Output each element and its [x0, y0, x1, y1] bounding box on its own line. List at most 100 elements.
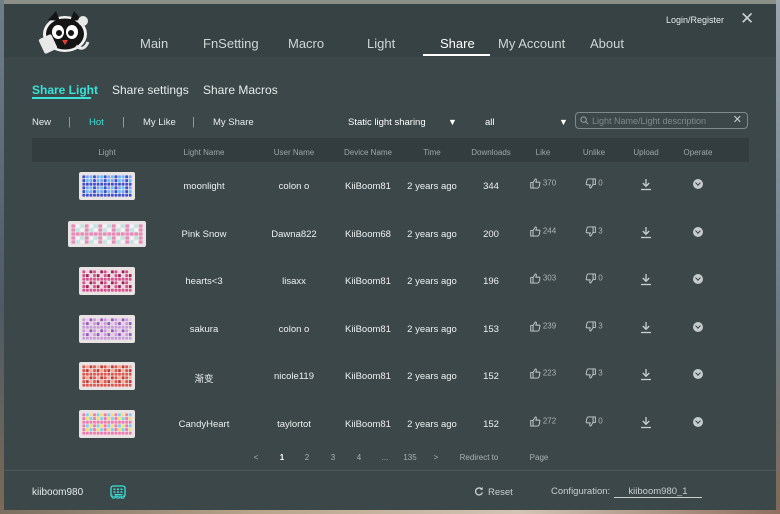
nav-active-underline — [423, 54, 490, 56]
light-preview[interactable] — [79, 409, 135, 443]
like-button[interactable]: 223 — [530, 368, 556, 379]
next-page-button[interactable]: > — [434, 453, 439, 462]
operate-expand-icon[interactable] — [693, 321, 703, 332]
download-button[interactable] — [640, 273, 652, 291]
like-button[interactable]: 239 — [530, 320, 557, 332]
configuration-select[interactable]: kiiboom980_1 — [614, 486, 702, 498]
thumbs-up-icon — [530, 225, 541, 237]
chevron-down-icon[interactable]: ▼ — [559, 117, 568, 127]
device-name: KiiBoom81 — [345, 371, 391, 382]
unlike-button[interactable]: 3 — [585, 320, 603, 332]
light-preview-keyboard-icon[interactable] — [68, 220, 146, 247]
nav-my-account[interactable]: My Account — [498, 36, 565, 51]
operate-expand-icon[interactable] — [693, 274, 703, 284]
download-button[interactable] — [640, 178, 652, 196]
subtab-share-macros[interactable]: Share Macros — [203, 83, 278, 97]
nav-fnsetting[interactable]: FnSetting — [203, 36, 259, 51]
like-button[interactable]: 303 — [530, 273, 556, 284]
nav-share[interactable]: Share — [440, 36, 475, 51]
operate-expand-icon[interactable] — [693, 416, 703, 427]
like-button[interactable]: 244 — [530, 225, 556, 237]
light-preview-keyboard-icon[interactable] — [79, 172, 135, 200]
clear-icon[interactable]: ✕ — [733, 113, 742, 127]
reset-button[interactable]: Reset — [474, 486, 513, 498]
refresh-icon — [474, 487, 484, 496]
download-icon[interactable] — [640, 273, 652, 286]
like-count: 223 — [542, 368, 557, 378]
download-button[interactable] — [640, 368, 652, 386]
subtab-share-light[interactable]: Share Light — [32, 83, 98, 97]
download-count: 152 — [483, 371, 499, 382]
nav-main[interactable]: Main — [140, 36, 168, 51]
light-preview-keyboard-icon[interactable] — [79, 267, 135, 295]
filter-my-like[interactable]: My Like — [143, 117, 176, 128]
light-preview[interactable] — [79, 362, 135, 395]
download-count: 152 — [483, 418, 499, 430]
page-button[interactable]: 4 — [357, 453, 361, 462]
light-preview[interactable] — [68, 220, 146, 252]
thumbs-up-icon — [530, 368, 541, 379]
light-preview[interactable] — [79, 172, 135, 205]
thumbs-up-icon — [530, 415, 541, 427]
filter-new[interactable]: New — [32, 117, 51, 128]
download-icon[interactable] — [640, 368, 652, 381]
light-preview[interactable] — [79, 314, 135, 348]
download-button[interactable] — [640, 416, 652, 434]
table-row: 渐变 nicole119 KiiBoom81 2 years ago 152 223 3 — [32, 353, 749, 401]
filter-hot[interactable]: Hot — [89, 117, 104, 128]
unlike-button[interactable]: 0 — [585, 273, 603, 284]
column-header: Upload — [633, 148, 659, 157]
page-button[interactable]: 135 — [403, 453, 416, 462]
like-count: 303 — [542, 273, 557, 283]
download-icon[interactable] — [640, 178, 652, 191]
light-type-select[interactable]: Static light sharing — [348, 117, 426, 128]
unlike-button[interactable]: 0 — [585, 178, 603, 189]
download-button[interactable] — [640, 321, 652, 339]
user-name: taylortot — [277, 418, 311, 430]
download-count: 153 — [483, 323, 499, 335]
prev-page-button[interactable]: < — [254, 453, 259, 462]
page-button[interactable]: 3 — [331, 453, 335, 462]
search-input[interactable] — [592, 114, 732, 127]
nav-light[interactable]: Light — [367, 36, 395, 51]
operate-expand-icon[interactable] — [693, 226, 703, 237]
light-preview-keyboard-icon[interactable] — [79, 362, 135, 390]
unlike-button[interactable]: 3 — [585, 225, 603, 237]
download-button[interactable] — [640, 226, 652, 244]
light-preview[interactable] — [79, 267, 135, 300]
column-header: Operate — [683, 148, 713, 157]
device-name: KiiBoom81 — [345, 276, 391, 287]
share-time: 2 years ago — [407, 276, 457, 287]
light-name: sakura — [189, 323, 219, 335]
share-time: 2 years ago — [407, 418, 457, 430]
light-preview-keyboard-icon[interactable] — [79, 314, 135, 343]
column-header: Like — [535, 148, 551, 157]
filter-separator: | — [122, 116, 125, 128]
desktop-background-right — [776, 0, 780, 514]
page-button[interactable]: 1 — [280, 453, 284, 462]
like-button[interactable]: 370 — [530, 178, 556, 189]
chevron-down-icon[interactable]: ▼ — [448, 117, 457, 127]
light-preview-keyboard-icon[interactable] — [79, 409, 135, 438]
nav-macro[interactable]: Macro — [288, 36, 324, 51]
operate-expand-icon[interactable] — [693, 369, 703, 379]
page-ellipsis: ... — [381, 453, 389, 462]
page-button[interactable]: 2 — [305, 453, 309, 462]
subtab-share-settings[interactable]: Share settings — [112, 83, 189, 97]
thumbs-up-icon — [530, 273, 541, 284]
download-icon[interactable] — [640, 226, 652, 239]
download-icon[interactable] — [640, 416, 652, 429]
like-count: 239 — [542, 321, 557, 331]
page-input-label[interactable]: Page — [530, 453, 549, 462]
download-icon[interactable] — [640, 321, 652, 334]
close-icon[interactable]: ✕ — [740, 10, 754, 27]
like-button[interactable]: 272 — [530, 415, 556, 427]
login-register-link[interactable]: Login/Register — [666, 15, 724, 25]
share-time: 2 years ago — [407, 323, 457, 335]
filter-my-share[interactable]: My Share — [213, 117, 254, 128]
operate-expand-icon[interactable] — [693, 179, 703, 189]
unlike-button[interactable]: 3 — [585, 368, 603, 379]
scope-select[interactable]: all — [485, 117, 495, 128]
nav-about[interactable]: About — [590, 36, 624, 51]
unlike-button[interactable]: 0 — [585, 415, 603, 427]
